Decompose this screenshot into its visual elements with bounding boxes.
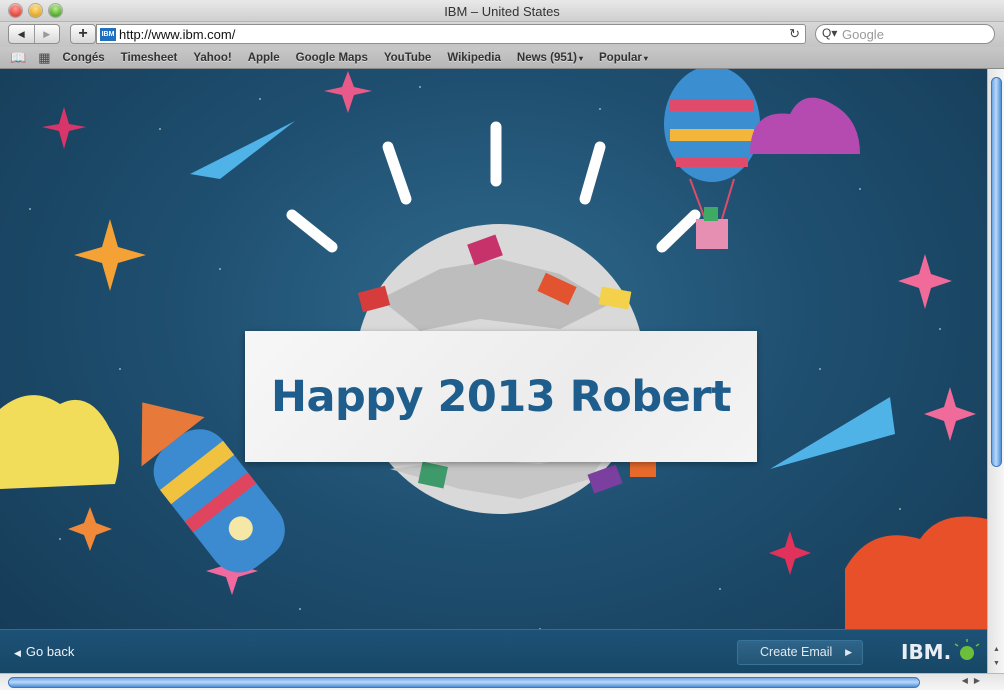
chevron-down-icon: ▾ [579, 53, 584, 63]
page-content: Happy 2013 Robert ◀ Go back Create Email … [0, 69, 987, 673]
bookmark-timesheet[interactable]: Timesheet [121, 52, 178, 64]
vertical-scrollbar[interactable]: ▲ ▼ [987, 69, 1004, 673]
svg-text:IBM.: IBM. [901, 640, 951, 664]
scroll-right-icon[interactable]: ▶ [974, 676, 986, 685]
url-text[interactable]: http://www.ibm.com/ [119, 27, 235, 42]
chevron-right-icon: ▶ [845, 647, 852, 657]
chevron-left-icon: ◀ [14, 648, 21, 658]
paper-plane-left [190, 121, 295, 179]
bookmark-yahoo[interactable]: Yahoo! [193, 52, 231, 64]
site-favicon-icon: IBM [100, 28, 116, 41]
bookmark-apple[interactable]: Apple [248, 52, 280, 64]
forward-button[interactable]: ▶ [33, 25, 60, 43]
horizontal-scroll-buttons[interactable]: ◀▶ [962, 676, 986, 685]
ibm-logo[interactable]: IBM. [901, 639, 981, 665]
back-button[interactable]: ◀ [9, 25, 34, 43]
bookmark-conges[interactable]: Congés [62, 52, 104, 64]
back-forward-control: ◀ ▶ [8, 24, 60, 44]
chevron-down-icon: ▾ [643, 53, 648, 63]
vertical-scroll-buttons[interactable]: ▲ ▼ [988, 643, 1004, 673]
cloud-purple [750, 97, 860, 154]
vertical-scroll-thumb[interactable] [991, 77, 1002, 467]
search-placeholder: Google [842, 27, 884, 42]
top-sites-grid-icon[interactable]: ▦ [38, 50, 50, 66]
greeting-text: Happy 2013 Robert [270, 371, 732, 422]
horizontal-scrollbar[interactable]: ◀▶ [0, 673, 1004, 690]
reload-icon[interactable]: ↻ [789, 26, 800, 42]
scroll-up-icon[interactable]: ▲ [988, 643, 1004, 657]
bookmarks-bar: 📖 ▦ Congés Timesheet Yahoo! Apple Google… [0, 47, 1004, 69]
bookmark-google-maps[interactable]: Google Maps [296, 52, 368, 64]
bookmark-folder-popular[interactable]: Popular ▾ [599, 52, 648, 64]
add-bookmark-button[interactable]: + [70, 24, 96, 44]
create-email-button[interactable]: Create Email ▶ [737, 640, 863, 665]
hot-air-balloon [664, 69, 760, 249]
reading-list-icon[interactable]: 📖 [10, 50, 26, 66]
scroll-down-icon[interactable]: ▼ [988, 657, 1004, 671]
browser-toolbar: ◀ ▶ + IBM http://www.ibm.com/ ↻ Q▾ Googl… [0, 22, 1004, 47]
horizontal-scroll-thumb[interactable] [8, 677, 920, 688]
bookmark-wikipedia[interactable]: Wikipedia [447, 52, 501, 64]
go-back-link[interactable]: ◀ Go back [14, 644, 74, 659]
bookmark-folder-news[interactable]: News (951) ▾ [517, 52, 583, 64]
paper-plane-right [770, 397, 895, 469]
cloud-orange [845, 516, 987, 629]
title-bar: IBM – United States [0, 0, 1004, 22]
bookmark-youtube[interactable]: YouTube [384, 52, 431, 64]
address-bar[interactable]: IBM http://www.ibm.com/ ↻ [96, 24, 806, 44]
search-field[interactable]: Q▾ Google [815, 24, 995, 44]
greeting-card: Happy 2013 Robert [245, 331, 757, 462]
page-footer: ◀ Go back Create Email ▶ IBM. [0, 629, 987, 673]
scroll-left-icon[interactable]: ◀ [962, 676, 974, 685]
window-title: IBM – United States [444, 4, 560, 19]
cloud-yellow [0, 395, 119, 489]
search-icon[interactable]: Q▾ [822, 26, 837, 40]
